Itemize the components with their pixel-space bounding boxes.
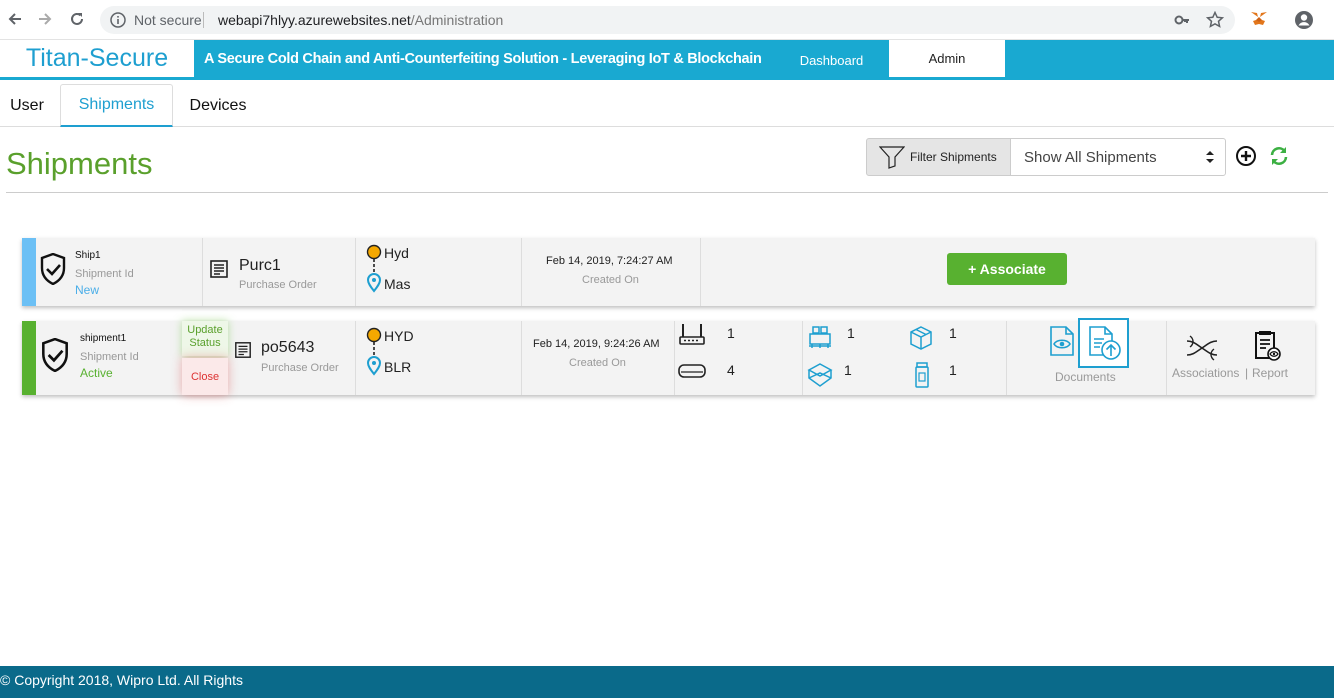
nav-admin[interactable]: Admin xyxy=(889,40,1005,77)
metamask-fox-icon[interactable] xyxy=(1250,11,1268,32)
bottle-count: 1 xyxy=(949,362,957,378)
shield-check-icon xyxy=(41,337,69,377)
created-on-label: Created On xyxy=(569,357,626,369)
divider xyxy=(521,321,522,395)
divider xyxy=(1166,321,1167,395)
sensor-strip-icon[interactable] xyxy=(678,363,706,384)
divider xyxy=(802,321,803,395)
forward-icon[interactable] xyxy=(34,8,56,30)
security-label: Not secure xyxy=(134,12,202,28)
created-date: Feb 14, 2019, 7:24:27 AM xyxy=(546,255,673,267)
divider xyxy=(203,12,204,28)
tray-count: 1 xyxy=(844,362,852,378)
refresh-icon[interactable] xyxy=(1268,145,1290,172)
select-arrows-icon xyxy=(1206,150,1214,168)
key-icon[interactable] xyxy=(1174,12,1190,33)
shipment-card[interactable]: shipment1 Shipment Id Active Update Stat… xyxy=(22,318,1315,395)
browser-toolbar: Not secure webapi7hlyy.azurewebsites.net… xyxy=(0,0,1334,40)
sensor-count: 4 xyxy=(727,362,735,378)
pallet-icon[interactable] xyxy=(807,324,833,355)
shipment-name: shipment1 xyxy=(80,333,127,344)
router-icon[interactable] xyxy=(678,323,706,352)
documents-label: Documents xyxy=(1055,370,1116,384)
view-document-icon[interactable] xyxy=(1049,325,1075,362)
link-separator: | xyxy=(1245,366,1249,380)
close-shipment-button[interactable]: Close xyxy=(182,358,228,395)
copyright-text: © Copyright 2018, Wipro Ltd. All Rights xyxy=(0,672,243,688)
back-icon[interactable] xyxy=(4,8,26,30)
box-icon[interactable] xyxy=(908,325,934,356)
shield-check-icon xyxy=(40,252,66,290)
url-path: /Administration xyxy=(410,12,504,28)
purchase-order-number: Purc1 xyxy=(239,257,281,274)
shipment-name: Ship1 xyxy=(75,250,101,261)
divider xyxy=(202,238,203,306)
shipment-filter-select[interactable]: Show All Shipments xyxy=(1010,138,1226,176)
router-count: 1 xyxy=(727,325,735,341)
filter-shipments-label: Filter Shipments xyxy=(910,150,997,164)
nav-dashboard[interactable]: Dashboard xyxy=(780,40,883,80)
report-icon[interactable] xyxy=(1253,330,1281,367)
pallet-count: 1 xyxy=(847,325,855,341)
tab-user[interactable]: User xyxy=(0,84,54,127)
associate-button[interactable]: + Associate xyxy=(947,253,1067,285)
bookmark-star-icon[interactable] xyxy=(1205,10,1225,34)
status-stripe xyxy=(22,321,36,395)
info-icon[interactable] xyxy=(110,12,126,33)
box-count: 1 xyxy=(949,325,957,341)
shipment-id-label: Shipment Id xyxy=(75,268,134,280)
destination: Mas xyxy=(384,276,411,292)
origin: HYD xyxy=(384,328,414,344)
divider xyxy=(521,238,522,306)
purchase-order-label: Purchase Order xyxy=(239,279,317,291)
add-shipment-icon[interactable] xyxy=(1235,145,1257,172)
brand-logo[interactable]: Titan-Secure xyxy=(0,40,194,77)
tab-devices[interactable]: Devices xyxy=(178,84,258,127)
app-header: Titan-Secure A Secure Cold Chain and Ant… xyxy=(0,40,1334,80)
tagline: A Secure Cold Chain and Anti-Counterfeit… xyxy=(204,51,762,67)
origin: Hyd xyxy=(384,245,409,261)
status-badge: New xyxy=(75,283,100,297)
divider xyxy=(700,238,701,306)
created-date: Feb 14, 2019, 9:24:26 AM xyxy=(533,338,660,350)
purchase-order-icon xyxy=(209,259,229,284)
upload-document-icon xyxy=(1088,325,1122,366)
bottle-icon[interactable] xyxy=(914,361,930,394)
created-on-label: Created On xyxy=(582,274,639,286)
purchase-order-label: Purchase Order xyxy=(261,362,339,374)
admin-tabs: User Shipments Devices xyxy=(0,84,1334,127)
title-divider xyxy=(6,192,1328,193)
upload-document-button[interactable] xyxy=(1078,318,1129,368)
divider xyxy=(674,321,675,395)
address-bar[interactable]: Not secure webapi7hlyy.azurewebsites.net… xyxy=(100,6,1235,34)
associations-icon[interactable] xyxy=(1185,333,1219,368)
divider xyxy=(355,238,356,306)
account-icon[interactable] xyxy=(1294,10,1314,35)
purchase-order-icon xyxy=(234,341,252,364)
url-host: webapi7hlyy.azurewebsites.net xyxy=(218,12,411,28)
divider xyxy=(355,321,356,395)
funnel-icon xyxy=(879,146,905,169)
shipment-card[interactable]: Ship1 Shipment Id New Purc1 Purchase Ord… xyxy=(22,238,1315,306)
purchase-order-number: po5643 xyxy=(261,339,315,356)
tray-icon[interactable] xyxy=(806,362,834,393)
associations-link[interactable]: Associations xyxy=(1172,366,1239,380)
filter-shipments-button[interactable]: Filter Shipments xyxy=(866,138,1011,176)
update-status-button[interactable]: Update Status xyxy=(182,321,228,356)
divider xyxy=(1006,321,1007,395)
reload-icon[interactable] xyxy=(66,8,88,30)
route-icon xyxy=(366,244,382,299)
tab-shipments[interactable]: Shipments xyxy=(60,84,173,127)
destination: BLR xyxy=(384,359,412,375)
shipment-filter-value: Show All Shipments xyxy=(1024,148,1157,166)
footer: © Copyright 2018, Wipro Ltd. All Rights xyxy=(0,666,1334,698)
url-text[interactable]: webapi7hlyy.azurewebsites.net/Administra… xyxy=(218,12,503,28)
shipment-id-label: Shipment Id xyxy=(80,351,139,363)
page-title: Shipments xyxy=(6,146,153,181)
status-stripe xyxy=(22,238,36,306)
route-icon xyxy=(366,327,382,382)
report-link[interactable]: Report xyxy=(1252,366,1288,380)
status-badge: Active xyxy=(80,366,113,380)
